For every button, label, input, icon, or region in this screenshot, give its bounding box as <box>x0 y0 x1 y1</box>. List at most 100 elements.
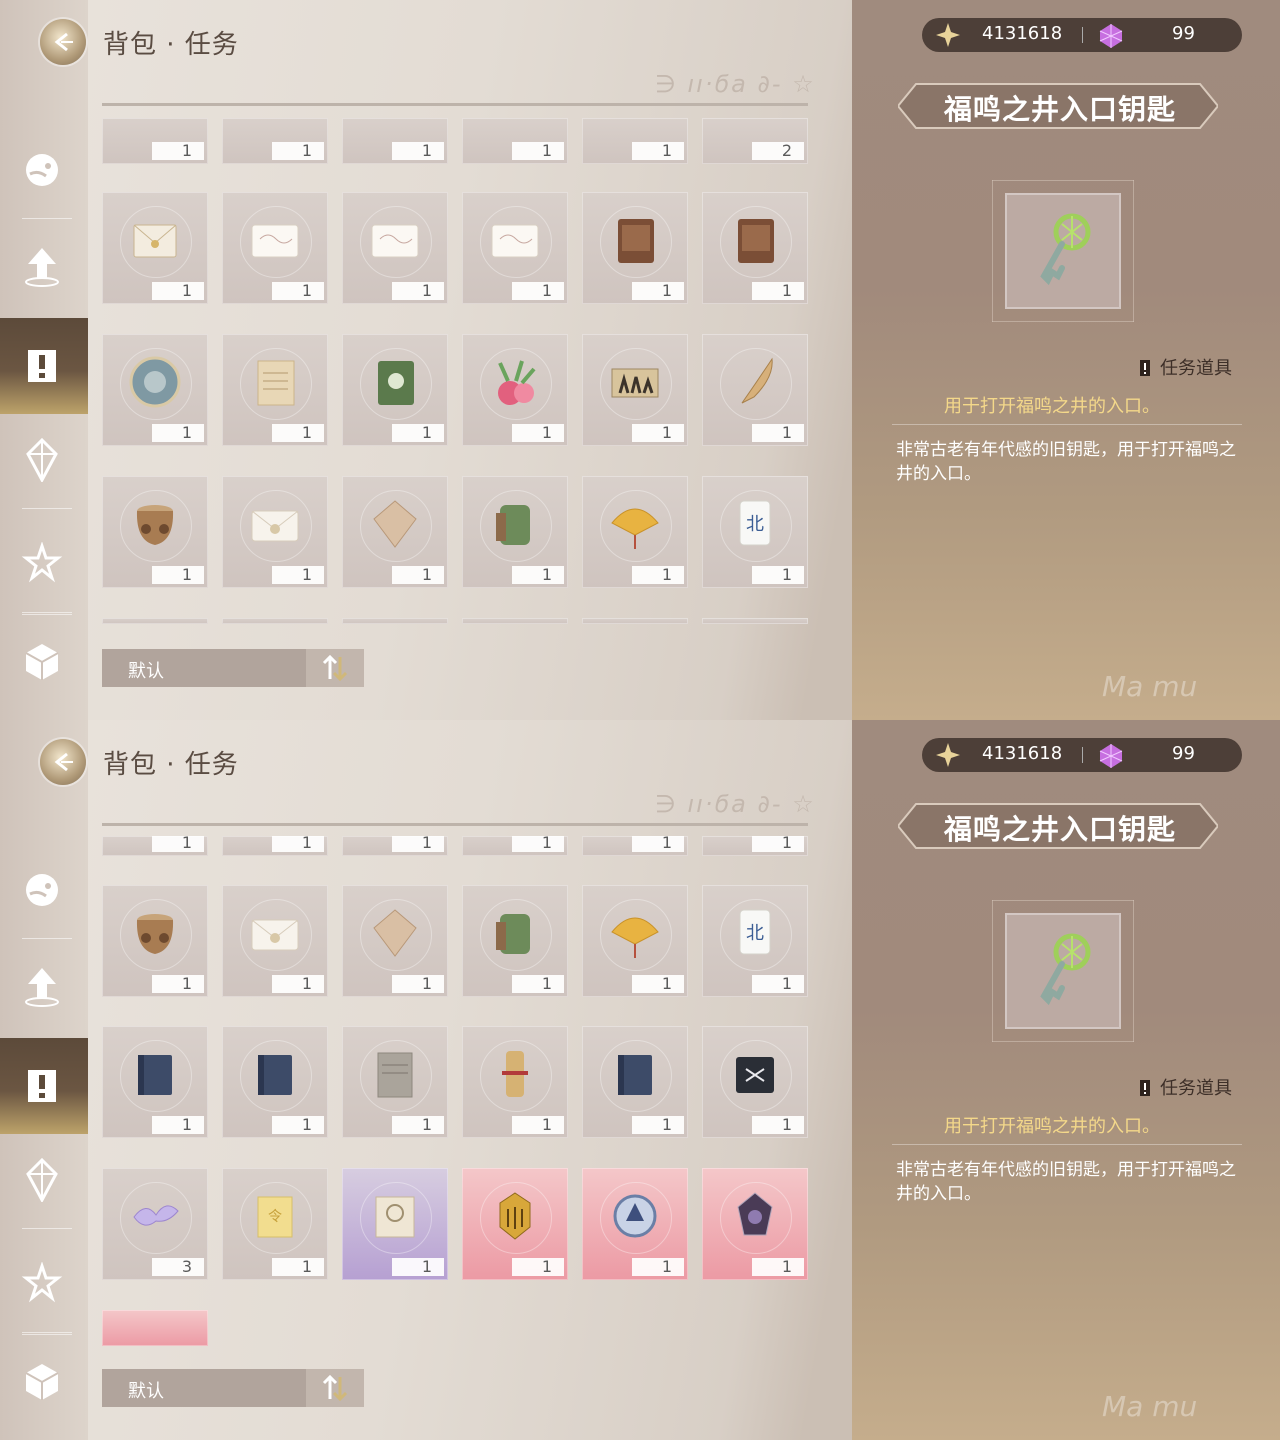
item-slot-partial[interactable]: 1 <box>342 836 448 856</box>
item-slot[interactable]: 1 <box>582 476 688 588</box>
green-pouch-icon <box>485 494 545 554</box>
item-slot[interactable]: 1 <box>462 476 568 588</box>
decorative-script: ∋ ıı·ϭa ∂- ☆ <box>655 70 816 98</box>
item-slot[interactable]: 1 <box>342 1026 448 1138</box>
item-slot-partial <box>222 618 328 624</box>
back-button[interactable] <box>40 19 86 65</box>
sidebar-star-wand-icon[interactable] <box>18 540 66 588</box>
item-slot-partial[interactable]: 1 <box>462 836 568 856</box>
item-slot[interactable]: 1 <box>702 192 808 304</box>
sidebar-upgrade-icon[interactable] <box>18 962 66 1010</box>
item-slot[interactable]: 1 <box>462 1168 568 1280</box>
gem-card-icon <box>365 903 425 963</box>
sidebar-fish-icon[interactable] <box>18 146 66 194</box>
sidebar-divider <box>22 614 72 615</box>
gem-currency-icon <box>1099 744 1123 768</box>
item-slot[interactable]: 1 <box>462 192 568 304</box>
item-slot[interactable]: 1 <box>102 1026 208 1138</box>
item-slot[interactable]: 北1 <box>702 885 808 997</box>
round-shield-icon <box>125 352 185 412</box>
blue-book-icon <box>245 1044 305 1104</box>
item-detail-panel: 4131618 99 福鸣之井入口钥匙 任务道具 用于打开福鸣之井的入口。 非常古老有年代… <box>852 0 1280 720</box>
item-count: 1 <box>632 424 684 442</box>
radish-icon <box>485 352 545 412</box>
item-slot[interactable]: 3 <box>102 1168 208 1280</box>
item-slot[interactable]: 1 <box>462 885 568 997</box>
currency-bar: 4131618 99 <box>922 738 1242 772</box>
item-slot-partial[interactable]: 1 <box>582 118 688 164</box>
envelope-icon <box>245 903 305 963</box>
sort-label: 默认 <box>128 1381 164 1402</box>
sidebar-crystal-icon[interactable] <box>18 1156 66 1204</box>
sidebar-star-wand-icon[interactable] <box>18 1260 66 1308</box>
item-count: 1 <box>752 975 804 993</box>
item-slot[interactable]: 1 <box>222 476 328 588</box>
item-count: 1 <box>272 282 324 300</box>
item-slot[interactable]: 1 <box>222 885 328 997</box>
item-slot-partial[interactable]: 1 <box>582 836 688 856</box>
mahjong-tile-icon: 北 <box>725 494 785 554</box>
item-slot[interactable]: 1 <box>222 1026 328 1138</box>
item-slot[interactable]: 1 <box>582 1026 688 1138</box>
item-slot[interactable]: 1 <box>342 476 448 588</box>
item-slot[interactable]: 1 <box>462 334 568 446</box>
item-slot[interactable]: 1 <box>582 885 688 997</box>
item-slot[interactable]: 1 <box>702 1026 808 1138</box>
item-slot[interactable]: 1 <box>102 476 208 588</box>
item-count: 1 <box>632 142 684 160</box>
dark-crest-icon <box>725 1186 785 1246</box>
sort-dropdown[interactable]: 默认 <box>102 649 364 687</box>
item-slot-partial[interactable]: 1 <box>102 118 208 164</box>
item-slot[interactable]: 1 <box>102 192 208 304</box>
item-slot-partial[interactable]: 1 <box>462 118 568 164</box>
item-slot[interactable]: 1 <box>702 334 808 446</box>
item-slot-partial[interactable]: 1 <box>222 836 328 856</box>
item-count: 1 <box>392 142 444 160</box>
item-slot-partial[interactable] <box>102 1310 208 1346</box>
item-slot[interactable]: 1 <box>222 334 328 446</box>
envelope-icon <box>245 494 305 554</box>
item-count: 1 <box>392 282 444 300</box>
item-preview-frame <box>992 180 1134 322</box>
sidebar-fish-icon[interactable] <box>18 866 66 914</box>
sidebar-divider <box>22 612 72 613</box>
item-slot[interactable]: 1 <box>702 1168 808 1280</box>
item-slot[interactable]: 1 <box>342 334 448 446</box>
item-slot[interactable]: 北1 <box>702 476 808 588</box>
back-button[interactable] <box>40 739 86 785</box>
item-description: 非常古老有年代感的旧钥匙，用于打开福鸣之井的入口。 <box>896 440 1236 484</box>
sidebar-divider <box>22 508 72 509</box>
sidebar-quest-icon[interactable] <box>18 342 66 390</box>
item-slot[interactable]: 1 <box>462 1026 568 1138</box>
item-slot[interactable]: 1 <box>582 1168 688 1280</box>
sort-dropdown[interactable]: 默认 <box>102 1369 364 1407</box>
sidebar-upgrade-icon[interactable] <box>18 242 66 290</box>
item-slot-partial[interactable]: 2 <box>702 118 808 164</box>
star-currency-value: 4131618 <box>982 23 1063 44</box>
item-slot[interactable]: 令1 <box>222 1168 328 1280</box>
item-count: 1 <box>272 566 324 584</box>
item-slot[interactable]: 1 <box>102 334 208 446</box>
sidebar-cube-icon[interactable] <box>18 638 66 686</box>
item-name: 福鸣之井入口钥匙 <box>943 813 1176 846</box>
item-slot[interactable]: 1 <box>582 334 688 446</box>
item-count: 2 <box>752 142 804 160</box>
letter-icon <box>125 210 185 270</box>
sidebar-cube-icon[interactable] <box>18 1358 66 1406</box>
sidebar-quest-icon[interactable] <box>18 1062 66 1110</box>
item-slot-partial[interactable]: 1 <box>102 836 208 856</box>
item-slot[interactable]: 1 <box>342 192 448 304</box>
item-slot[interactable]: 1 <box>102 885 208 997</box>
item-slot-partial[interactable]: 1 <box>342 118 448 164</box>
item-count: 1 <box>272 975 324 993</box>
item-slot[interactable]: 1 <box>222 192 328 304</box>
item-slot-partial[interactable]: 1 <box>702 836 808 856</box>
item-slot[interactable]: 1 <box>342 1168 448 1280</box>
sort-order-toggle[interactable] <box>306 649 364 687</box>
sidebar-crystal-icon[interactable] <box>18 436 66 484</box>
item-slot[interactable]: 1 <box>342 885 448 997</box>
item-slot[interactable]: 1 <box>582 192 688 304</box>
sort-order-toggle[interactable] <box>306 1369 364 1407</box>
item-slot-partial[interactable]: 1 <box>222 118 328 164</box>
item-count: 1 <box>512 282 564 300</box>
